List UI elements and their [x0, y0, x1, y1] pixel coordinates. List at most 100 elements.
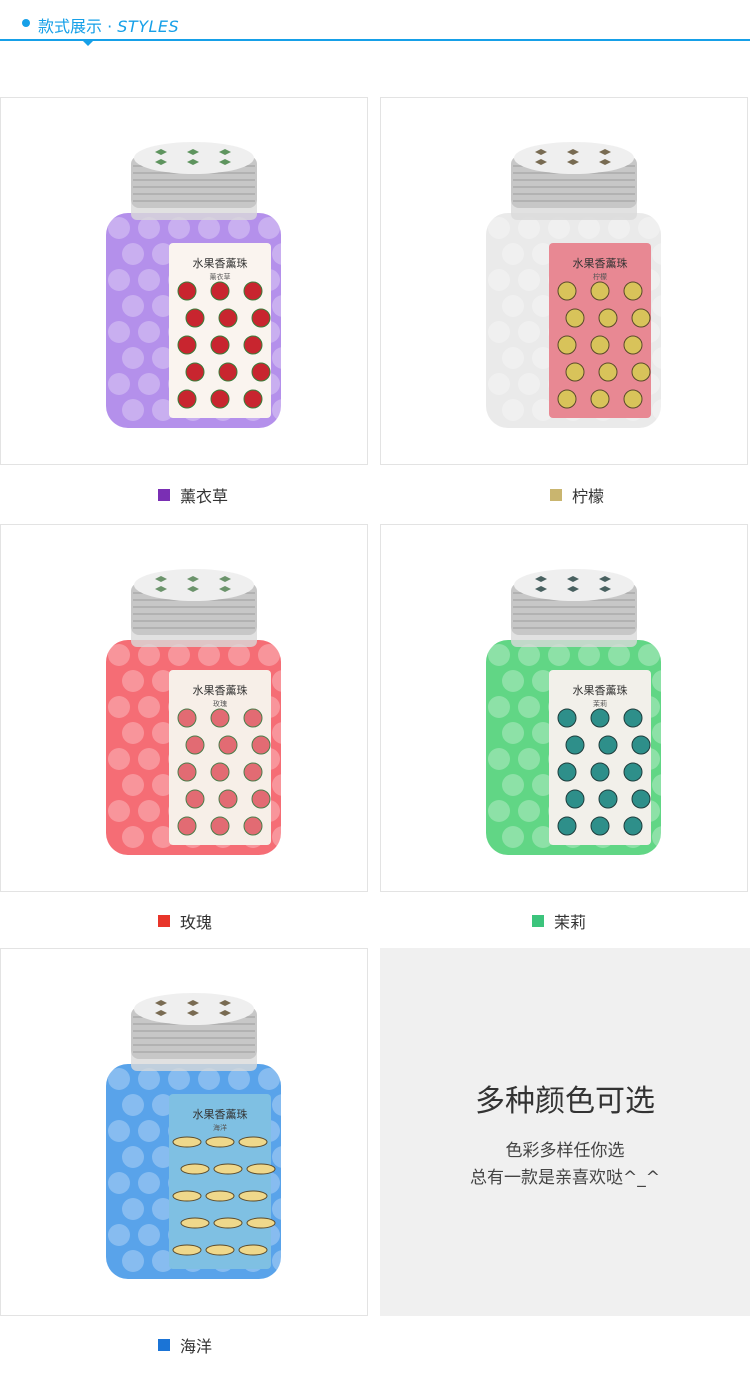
bead — [652, 243, 674, 265]
lemon-icon — [631, 362, 651, 382]
bead — [652, 295, 674, 317]
lemon-icon — [623, 281, 643, 301]
cherry-icon — [251, 308, 271, 328]
strawberry-icon — [210, 762, 230, 782]
bead — [502, 826, 524, 848]
bead — [108, 373, 130, 395]
bead — [488, 321, 510, 343]
bead — [138, 1224, 160, 1246]
label-title: 水果香薰珠 — [573, 683, 628, 697]
bead — [122, 1094, 144, 1116]
bead — [652, 722, 674, 744]
bead — [272, 347, 294, 369]
bead — [138, 644, 160, 666]
header-pointer-icon — [83, 41, 93, 46]
bead — [108, 696, 130, 718]
lemon-icon — [631, 308, 651, 328]
strawberry-icon — [210, 708, 230, 728]
bead — [548, 644, 570, 666]
bead — [108, 1172, 130, 1194]
bead — [488, 269, 510, 291]
product-name: 薰衣草 — [180, 487, 229, 506]
lid-top — [134, 569, 254, 601]
product-caption-jasmine: 茉莉 — [532, 910, 586, 932]
lemon-icon — [590, 335, 610, 355]
section-header: 款式展示 · STYLES — [0, 0, 750, 60]
bead — [168, 217, 190, 239]
bead — [638, 644, 660, 666]
bead — [138, 217, 160, 239]
bead — [138, 269, 160, 291]
bead — [138, 1120, 160, 1142]
cherry-icon — [243, 335, 263, 355]
bead — [502, 347, 524, 369]
cherry-icon — [210, 281, 230, 301]
color-swatch — [158, 915, 170, 927]
lemon-icon — [557, 389, 577, 409]
jar-image: 水果香薰珠海洋 — [106, 993, 294, 1279]
bead — [272, 774, 294, 796]
label-subtitle: 茉莉 — [593, 699, 607, 708]
watermelon-icon — [590, 816, 610, 836]
bead — [108, 269, 130, 291]
bead — [122, 1198, 144, 1220]
bead — [198, 644, 220, 666]
bead — [488, 748, 510, 770]
bead — [608, 217, 630, 239]
bead — [108, 1224, 130, 1246]
label-title: 水果香薰珠 — [193, 256, 248, 270]
cherry-icon — [185, 362, 205, 382]
product-caption-lavender: 薰衣草 — [158, 484, 228, 506]
bead — [138, 696, 160, 718]
bead — [518, 800, 540, 822]
bead — [518, 321, 540, 343]
cherry-icon — [177, 389, 197, 409]
banana-icon — [205, 1244, 235, 1256]
bead — [122, 295, 144, 317]
banana-icon — [238, 1244, 268, 1256]
bead — [518, 696, 540, 718]
bead — [652, 399, 674, 421]
bead — [488, 800, 510, 822]
strawberry-icon — [218, 789, 238, 809]
banana-icon — [180, 1217, 210, 1229]
product-card-rose[interactable]: 水果香薰珠 玫瑰 — [0, 524, 368, 892]
label-title: 水果香薰珠 — [193, 1107, 248, 1121]
product-name: 柠檬 — [572, 487, 605, 506]
product-caption-ocean: 海洋 — [158, 1334, 212, 1356]
strawberry-icon — [177, 708, 197, 728]
bead — [272, 295, 294, 317]
bead — [228, 644, 250, 666]
lemon-icon — [623, 389, 643, 409]
strawberry-icon — [177, 762, 197, 782]
bead — [108, 1120, 130, 1142]
cherry-icon — [243, 389, 263, 409]
strawberry-icon — [185, 735, 205, 755]
bead — [108, 800, 130, 822]
product-card-lavender[interactable]: 水果香薰珠 薰衣草 — [0, 97, 368, 465]
banana-icon — [205, 1136, 235, 1148]
product-name: 茉莉 — [554, 913, 587, 932]
banana-icon — [205, 1190, 235, 1202]
bead — [578, 217, 600, 239]
bead — [168, 1068, 190, 1090]
product-card-lemon[interactable]: 水果香薰珠 柠檬 — [380, 97, 748, 465]
lemon-icon — [590, 389, 610, 409]
bead — [272, 243, 294, 265]
lemon-icon — [623, 335, 643, 355]
strawberry-icon — [210, 816, 230, 836]
lemon-icon — [598, 362, 618, 382]
bead — [272, 826, 294, 848]
banana-icon — [246, 1163, 276, 1175]
bead — [518, 217, 540, 239]
bead — [272, 1094, 294, 1116]
watermelon-icon — [623, 708, 643, 728]
bead — [608, 644, 630, 666]
label-title: 水果香薰珠 — [193, 683, 248, 697]
bead — [138, 1172, 160, 1194]
product-card-ocean[interactable]: 水果香薰珠 海洋 — [0, 948, 368, 1316]
bead — [272, 1198, 294, 1220]
product-card-jasmine[interactable]: 水果香薰珠 茉莉 — [380, 524, 748, 892]
strawberry-icon — [251, 735, 271, 755]
jar-image: 水果香薰珠柠檬 — [486, 142, 674, 428]
